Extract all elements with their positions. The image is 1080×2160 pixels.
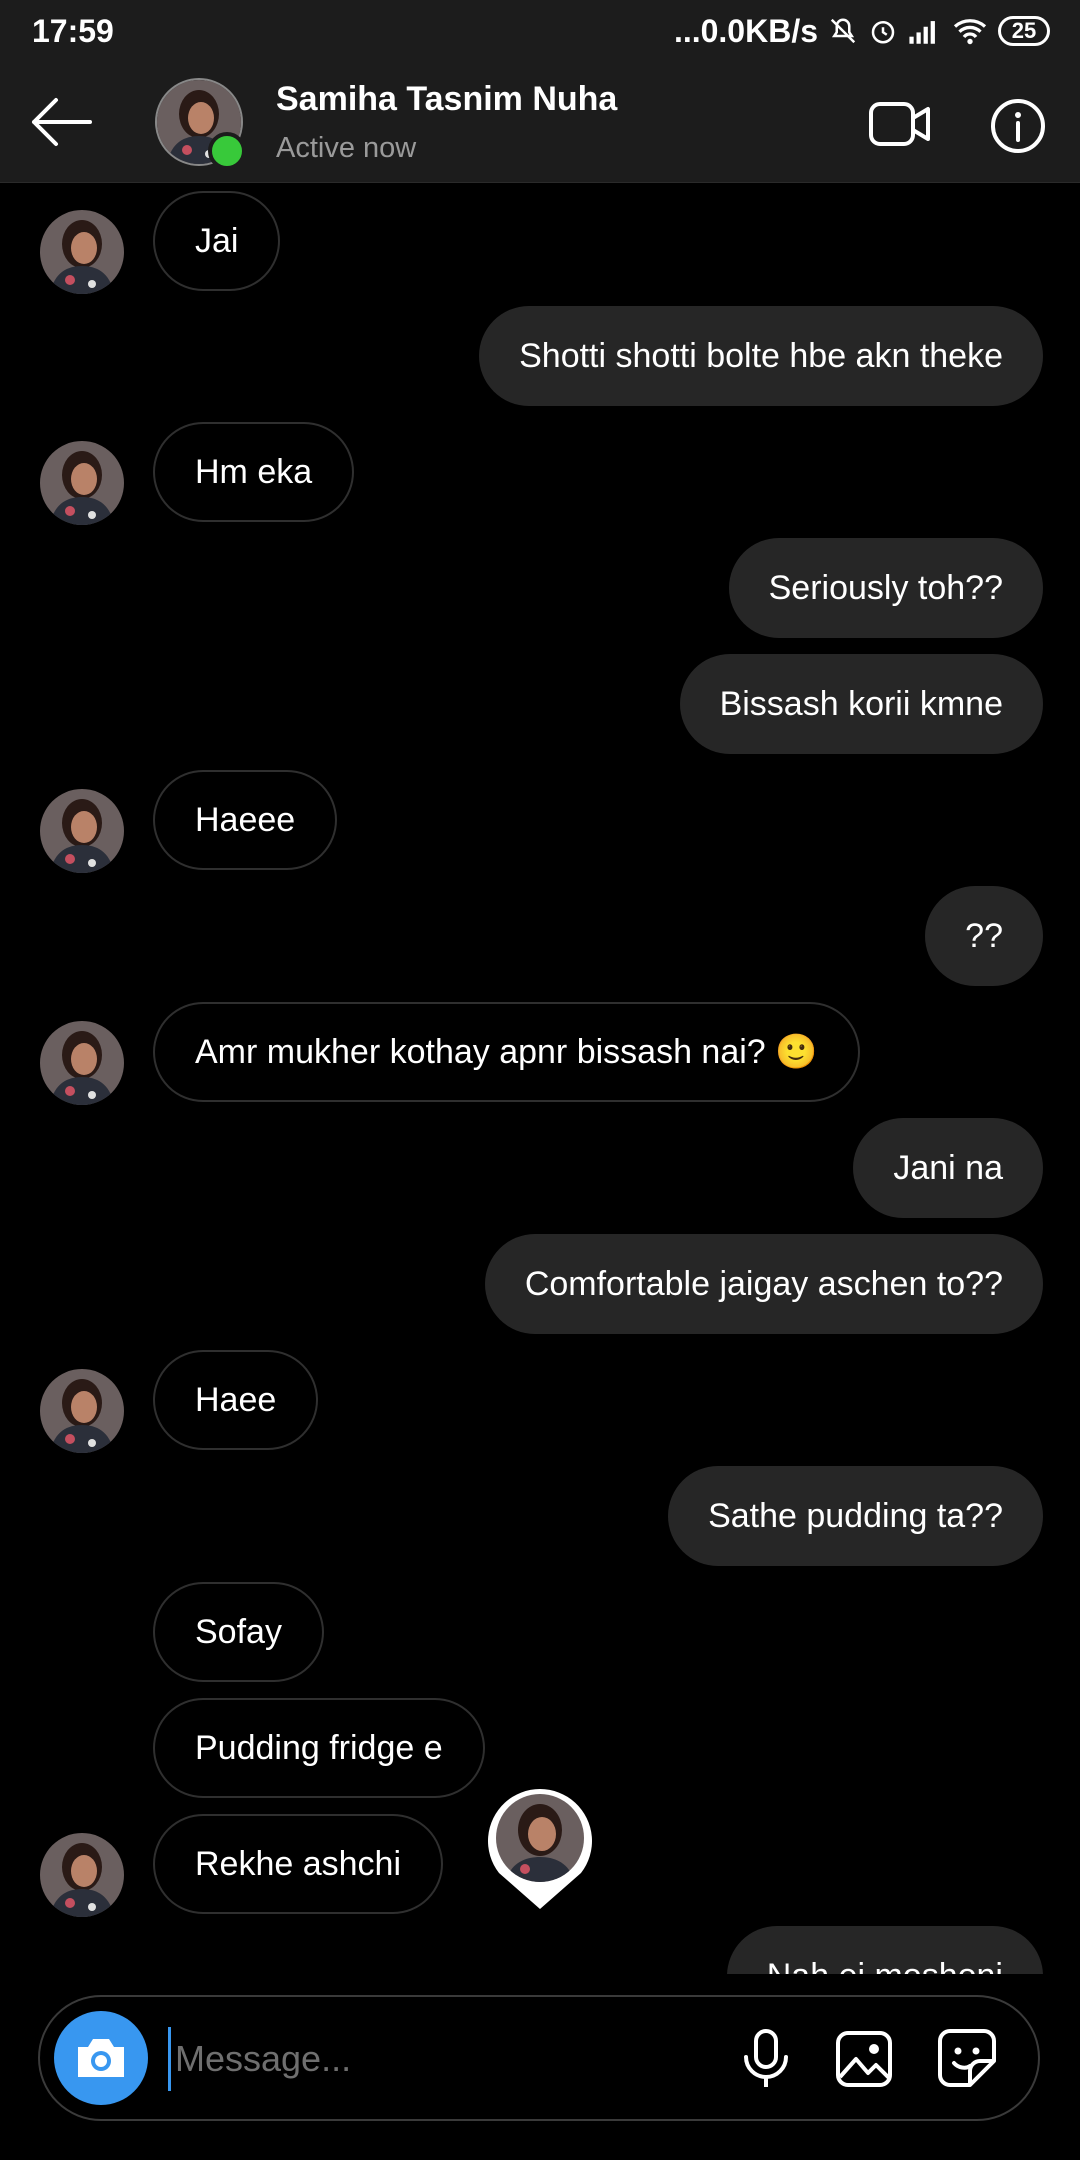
camera-button[interactable] bbox=[54, 2011, 148, 2105]
online-indicator bbox=[208, 132, 246, 170]
battery-icon: 25 bbox=[998, 16, 1050, 46]
back-arrow-icon bbox=[32, 98, 92, 146]
message-bubble-received[interactable]: Haeee bbox=[153, 770, 338, 870]
mute-bell-icon bbox=[830, 18, 856, 44]
signal-icon bbox=[909, 21, 935, 44]
message-bubble-sent[interactable]: Jani na bbox=[853, 1118, 1043, 1218]
wifi-icon bbox=[953, 19, 987, 45]
contact-status: Active now bbox=[276, 132, 417, 164]
network-speed: ...0.0KB/s bbox=[673, 12, 818, 49]
status-time: 17:59 bbox=[32, 12, 114, 49]
sticker-icon bbox=[938, 2029, 996, 2087]
message-text: Nah ei moshoni bbox=[767, 1957, 1003, 1975]
profile-photo bbox=[40, 1021, 124, 1105]
message-text: Bissash korii kmne bbox=[719, 684, 1003, 723]
message-text: ?? bbox=[965, 916, 1003, 955]
profile-photo bbox=[40, 1833, 124, 1917]
seen-avatar-marker bbox=[485, 1785, 595, 1913]
message-bubble-sent-partial[interactable]: Nah ei moshoni bbox=[726, 1926, 1043, 1975]
message-bubble-received[interactable]: Jai bbox=[153, 191, 281, 291]
message-text: Haee bbox=[195, 1380, 277, 1419]
camera-icon bbox=[78, 2039, 124, 2077]
video-camera-icon bbox=[869, 102, 930, 146]
message-bubble-sent[interactable]: Sathe pudding ta?? bbox=[668, 1466, 1043, 1566]
message-input[interactable] bbox=[168, 2027, 737, 2091]
message-bubble-received[interactable]: Haee bbox=[153, 1350, 319, 1450]
message-bubble-received[interactable]: Sofay bbox=[153, 1582, 324, 1682]
sender-avatar[interactable] bbox=[40, 1369, 124, 1453]
message-text: Shotti shotti bolte hbe akn theke bbox=[519, 336, 1003, 375]
message-text: Rekhe ashchi bbox=[195, 1844, 402, 1883]
sender-avatar[interactable] bbox=[40, 1021, 124, 1105]
message-bubble-sent[interactable]: Comfortable jaigay aschen to?? bbox=[484, 1234, 1043, 1334]
message-text: Haeee bbox=[195, 800, 296, 839]
profile-photo bbox=[40, 1369, 124, 1453]
message-text: Seriously toh?? bbox=[768, 568, 1003, 607]
message-composer bbox=[38, 1995, 1040, 2121]
status-bar: 17:59 ...0.0KB/s 25 bbox=[0, 0, 1080, 62]
profile-photo bbox=[40, 210, 124, 294]
message-bubble-sent[interactable]: Seriously toh?? bbox=[728, 538, 1043, 638]
message-bubble-sent[interactable]: Bissash korii kmne bbox=[679, 654, 1043, 754]
message-bubble-received[interactable]: Pudding fridge e bbox=[153, 1698, 485, 1798]
sticker-button[interactable] bbox=[936, 2027, 1000, 2091]
message-text: Comfortable jaigay aschen to?? bbox=[524, 1264, 1003, 1303]
message-bubble-received[interactable]: Amr mukher kothay apnr bissash nai? 🙂 bbox=[153, 1002, 860, 1102]
sender-avatar[interactable] bbox=[40, 789, 124, 873]
seen-avatar-icon bbox=[488, 1789, 592, 1909]
image-icon bbox=[836, 2031, 892, 2087]
video-call-button[interactable] bbox=[868, 100, 932, 148]
profile-photo bbox=[40, 789, 124, 873]
gallery-button[interactable] bbox=[834, 2029, 898, 2093]
message-bubble-sent[interactable]: ?? bbox=[925, 886, 1043, 986]
voice-message-button[interactable] bbox=[734, 2027, 798, 2091]
message-bubble-sent[interactable]: Shotti shotti bolte hbe akn theke bbox=[479, 306, 1043, 406]
sender-avatar[interactable] bbox=[40, 210, 124, 294]
info-icon bbox=[991, 99, 1045, 153]
back-button[interactable] bbox=[30, 97, 92, 147]
message-text: Pudding fridge e bbox=[195, 1728, 443, 1767]
message-text: Amr mukher kothay apnr bissash nai? 🙂 bbox=[195, 1033, 818, 1071]
contact-name[interactable]: Samiha Tasnim Nuha bbox=[276, 80, 617, 119]
info-button[interactable] bbox=[990, 98, 1046, 154]
message-bubble-received[interactable]: Hm eka bbox=[153, 422, 355, 522]
chat-header: Samiha Tasnim Nuha Active now bbox=[0, 62, 1080, 183]
alarm-icon bbox=[871, 21, 895, 44]
sender-avatar[interactable] bbox=[40, 1833, 124, 1917]
message-text: Hm eka bbox=[195, 452, 313, 491]
message-text: Sathe pudding ta?? bbox=[708, 1496, 1003, 1535]
battery-level: 25 bbox=[1011, 18, 1037, 43]
partial-message-clip: Nah ei moshoni bbox=[0, 1910, 1080, 1974]
message-text: Jani na bbox=[893, 1148, 1003, 1187]
message-text: Sofay bbox=[195, 1612, 282, 1651]
profile-photo bbox=[40, 441, 124, 525]
status-icons: ...0.0KB/s 25 bbox=[674, 13, 1050, 50]
message-bubble-received[interactable]: Rekhe ashchi bbox=[153, 1814, 444, 1914]
microphone-icon bbox=[744, 2029, 788, 2087]
message-text: Jai bbox=[195, 221, 239, 260]
sender-avatar[interactable] bbox=[40, 441, 124, 525]
